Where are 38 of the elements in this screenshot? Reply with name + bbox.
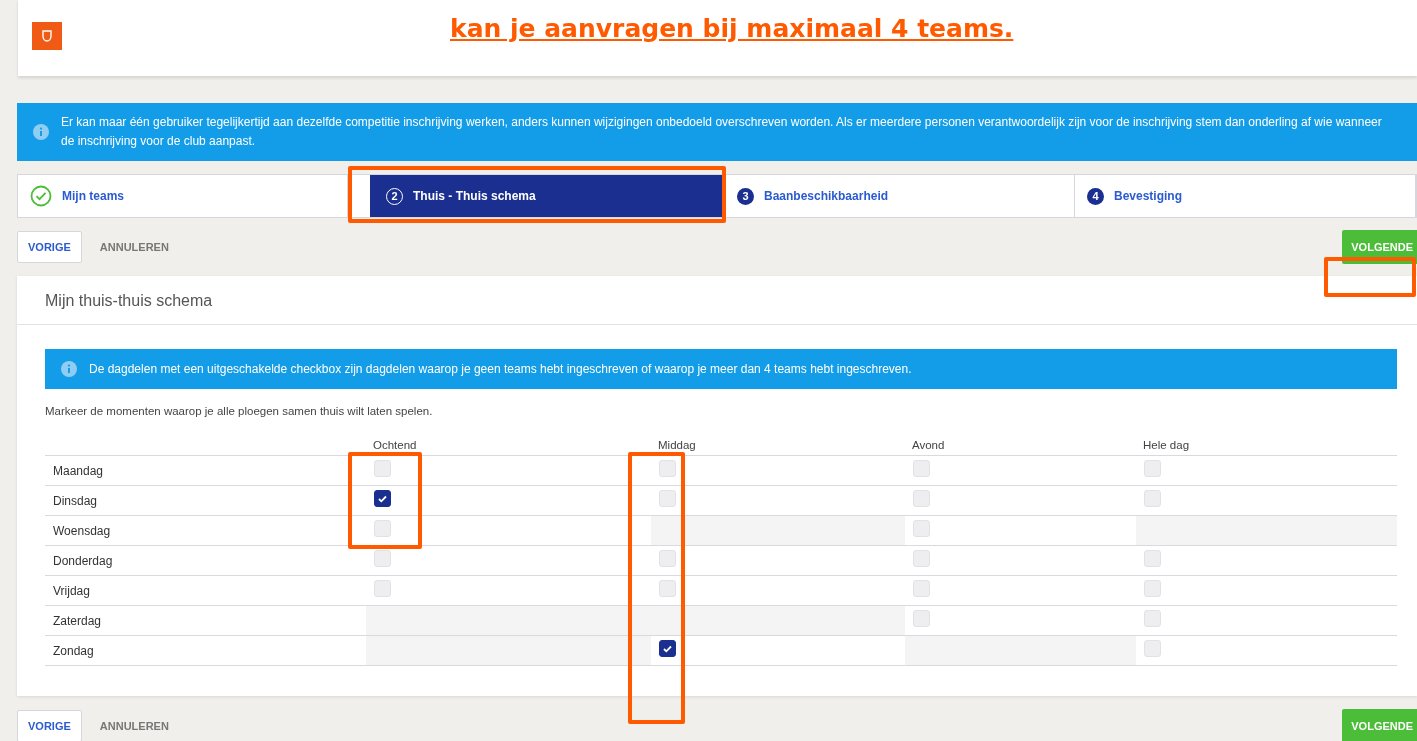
step-number: 3 — [737, 187, 754, 205]
info-icon — [33, 124, 49, 140]
instruction-text: Markeer de momenten waarop je alle ploegen samen thuis wilt laten spelen. — [45, 405, 434, 417]
column-header: Ochtend — [373, 439, 417, 451]
column-header: Middag — [658, 439, 696, 451]
headline: kan je aanvragen bij maximaal 4 teams. — [450, 14, 1014, 43]
step-tab[interactable]: 4 Bevestiging — [1075, 175, 1416, 217]
check-icon — [663, 644, 672, 653]
step-tab[interactable]: Mijn teams — [18, 175, 348, 217]
panel-title: Mijn thuis-thuis schema — [17, 276, 1417, 325]
day-label: Zondag — [53, 643, 94, 658]
back-button[interactable]: VORIGE — [17, 231, 82, 263]
day-label: Zaterdag — [53, 613, 102, 628]
step-label: Thuis - Thuis schema — [413, 189, 536, 203]
cancel-button[interactable]: ANNULEREN — [99, 720, 169, 732]
cancel-button[interactable]: ANNULEREN — [99, 241, 169, 253]
step-number: 4 — [1087, 187, 1104, 205]
step-label: Baanbeschikbaarheid — [764, 189, 889, 203]
check-icon — [378, 494, 387, 503]
day-label: Donderdag — [53, 553, 113, 568]
info-icon — [61, 361, 77, 377]
step-label: Mijn teams — [62, 189, 124, 203]
day-label: Maandag — [53, 463, 104, 478]
back-button[interactable]: VORIGE — [17, 710, 82, 741]
day-label: Vrijdag — [53, 583, 90, 598]
day-label: Woensdag — [53, 523, 111, 538]
column-header: Hele dag — [1143, 439, 1190, 451]
checkbox[interactable] — [659, 640, 676, 657]
notice-text: Er kan maar één gebruiker tegelijkertijd aan dezelfde competitie inschrijving werken, anders kunnen wijzigingen onbedoeld overschreven worden. Als er meerdere personen verantwoordelijk zijn voor de inschrijving stem dan onderling af wie wanneer de inschrijving voor de club aanpast. — [61, 114, 1383, 150]
logo-icon — [32, 22, 62, 50]
step-tab[interactable]: 2 Thuis - Thuis schema — [370, 175, 725, 217]
step-tab[interactable]: 3 Baanbeschikbaarheid — [725, 175, 1075, 217]
info-text: De dagdelen met een uitgeschakelde checkbox zijn dagdelen waarop je geen teams hebt ingeschreven of waarop je meer dan 4 teams hebt ingeschreven. — [89, 362, 912, 376]
day-label: Dinsdag — [53, 493, 98, 508]
step-label: Bevestiging — [1114, 189, 1182, 203]
checkbox[interactable] — [374, 490, 391, 507]
check-circle-icon — [30, 185, 52, 207]
column-header: Avond — [912, 439, 945, 451]
